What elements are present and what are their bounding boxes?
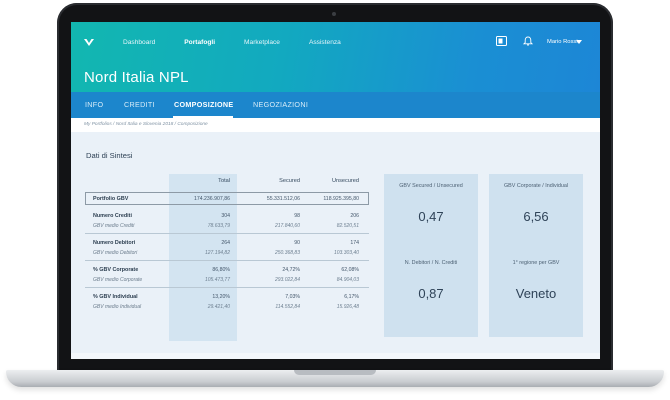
kpi-value: 0,47: [418, 209, 444, 224]
logo-icon[interactable]: [83, 37, 95, 49]
row-label: Numero Debitori: [93, 240, 136, 246]
table-cell: 82.520,51: [336, 223, 359, 229]
kpi-value: Veneto: [515, 286, 557, 301]
table-cell: 55.331.512,06: [266, 196, 300, 202]
table-cell: 62,08%: [341, 267, 359, 273]
table-cell: 103.303,40: [333, 250, 359, 256]
table-cell: 118.925.395,80: [323, 196, 359, 202]
table-cell: 78.633,79: [207, 223, 230, 229]
table-cell: 127.194,82: [204, 250, 230, 256]
document-icon[interactable]: [496, 36, 507, 46]
kpi-card: GBV Secured / Unsecured 0,47: [384, 174, 478, 258]
table-cell: 13,20%: [212, 294, 230, 300]
section-title: Dati di Sintesi: [86, 151, 133, 160]
row-sublabel: GBV medio Debitori: [93, 250, 138, 256]
table-cell: 98: [294, 213, 300, 219]
kpi-label: GBV Secured / Unsecured: [399, 183, 463, 189]
kpi-card: 1° regione per GBV Veneto: [489, 251, 583, 337]
kpi-value: 6,56: [523, 209, 549, 224]
row-label: Numero Crediti: [93, 213, 132, 219]
screen: Dashboard Portafogli Marketplace Assiste…: [71, 22, 600, 359]
breadcrumb-bar: My Portfolios / Nord Italia e Slovenia 2…: [71, 118, 600, 132]
table-cell: 90: [294, 240, 300, 246]
kpi-card: GBV Corporate / Individual 6,56: [489, 174, 583, 258]
table-cell: 6,17%: [344, 294, 359, 300]
bottom-strip: [71, 353, 600, 359]
table-cell: 29.421,40: [207, 304, 230, 310]
table-cell: 84.904,03: [336, 277, 359, 283]
table-cell: 293.022,84: [274, 277, 300, 283]
row-divider: [85, 233, 369, 234]
tab-info[interactable]: INFO: [85, 100, 103, 109]
table-cell: 86,80%: [212, 267, 230, 273]
main-nav: Dashboard Portafogli Marketplace Assiste…: [123, 39, 370, 46]
breadcrumb[interactable]: My Portfolios / Nord Italia e Slovenia 2…: [84, 122, 208, 127]
laptop-notch: [294, 370, 376, 375]
table-cell: 174.236.907,86: [193, 196, 230, 202]
table-cell: 24,72%: [282, 267, 300, 273]
kpi-card: N. Debitori / N. Crediti 0,87: [384, 251, 478, 337]
row-sublabel: GBV medio Individual: [93, 304, 142, 310]
column-header-unsecured: Unsecured: [331, 178, 359, 184]
row-sublabel: GBV medio Crediti: [93, 223, 135, 229]
laptop-camera: [332, 12, 336, 16]
table-cell: 7,03%: [285, 294, 300, 300]
table-cell: 250.368,83: [274, 250, 300, 256]
nav-assistenza[interactable]: Assistenza: [309, 39, 341, 46]
kpi-label: 1° regione per GBV: [512, 260, 560, 266]
tab-crediti[interactable]: CREDITI: [124, 100, 155, 109]
chevron-down-icon[interactable]: [576, 40, 582, 44]
table-cell: 304: [221, 213, 230, 219]
user-menu[interactable]: Mario Rossi: [547, 39, 578, 45]
table-cell: 174: [350, 240, 359, 246]
kpi-label: N. Debitori / N. Crediti: [404, 260, 458, 266]
kpi-label: GBV Corporate / Individual: [503, 183, 569, 189]
nav-dashboard[interactable]: Dashboard: [123, 39, 155, 46]
row-divider: [85, 260, 369, 261]
bell-icon[interactable]: [523, 36, 533, 46]
table-cell: 114.552,84: [275, 304, 300, 310]
nav-portafogli[interactable]: Portafogli: [184, 39, 215, 46]
tab-negoziazioni[interactable]: NEGOZIAZIONI: [253, 100, 308, 109]
page-title: Nord Italia NPL: [84, 69, 189, 86]
row-label: % GBV Corporate: [93, 267, 139, 273]
column-header-total: Total: [218, 178, 230, 184]
column-header-secured: Secured: [279, 178, 300, 184]
kpi-value: 0,87: [418, 286, 444, 301]
table-cell: 264: [221, 240, 230, 246]
row-divider: [85, 287, 369, 288]
table-cell: 105.473,77: [204, 277, 230, 283]
nav-marketplace[interactable]: Marketplace: [244, 39, 280, 46]
tab-composizione[interactable]: COMPOSIZIONE: [174, 100, 234, 109]
row-label: % GBV Individual: [93, 294, 138, 300]
table-cell: 206: [350, 213, 359, 219]
row-label: Portfolio GBV: [93, 196, 129, 202]
row-sublabel: GBV medio Corporate: [93, 277, 143, 283]
table-cell: 217.840,60: [274, 223, 300, 229]
tab-bar: INFO CREDITI COMPOSIZIONE NEGOZIAZIONI: [71, 92, 600, 118]
table-cell: 15.926,48: [336, 304, 359, 310]
